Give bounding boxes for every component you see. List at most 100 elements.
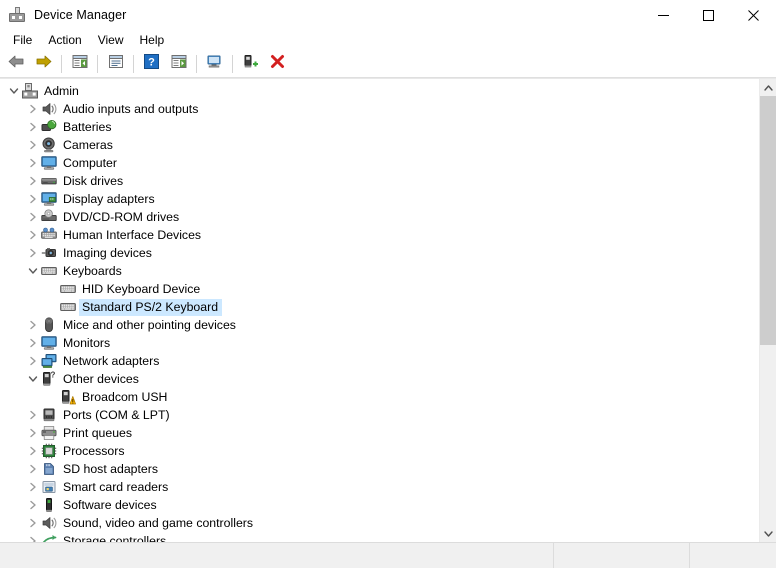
minimize-button[interactable]	[641, 0, 686, 30]
chevron-right-icon[interactable]	[25, 407, 41, 423]
svg-text:?: ?	[148, 57, 155, 69]
chevron-right-icon[interactable]	[25, 533, 41, 542]
tree-item-admin[interactable]: Admin	[0, 82, 759, 100]
tree-item-label: Audio inputs and outputs	[60, 101, 202, 118]
chevron-right-icon[interactable]	[25, 317, 41, 333]
chevron-right-icon[interactable]	[25, 191, 41, 207]
scrollbar-track[interactable]	[760, 96, 776, 525]
keyboard-icon	[41, 263, 57, 279]
menu-file[interactable]: File	[5, 31, 40, 50]
menu-action[interactable]: Action	[40, 31, 89, 50]
menu-help[interactable]: Help	[132, 31, 173, 50]
maximize-button[interactable]	[686, 0, 731, 30]
sd-card-icon	[41, 461, 57, 477]
chevron-right-icon[interactable]	[25, 353, 41, 369]
back-button[interactable]	[4, 53, 29, 76]
smart-card-reader-icon	[41, 479, 57, 495]
properties-button[interactable]	[103, 53, 128, 76]
computer-root-icon	[22, 83, 38, 99]
chevron-right-icon[interactable]	[25, 209, 41, 225]
tree-item-label: Standard PS/2 Keyboard	[79, 299, 222, 316]
tree-item-human-interface-devices[interactable]: Human Interface Devices	[0, 226, 759, 244]
show-hide-console-tree-button[interactable]	[67, 53, 92, 76]
chevron-right-icon[interactable]	[25, 515, 41, 531]
uninstall-device-button[interactable]	[265, 53, 290, 76]
tree-item-broadcom-ush[interactable]: Broadcom USH	[0, 388, 759, 406]
chevron-right-icon[interactable]	[25, 137, 41, 153]
tree-item-imaging-devices[interactable]: Imaging devices	[0, 244, 759, 262]
tree-item-computer[interactable]: Computer	[0, 154, 759, 172]
tree-item-hid-keyboard-device[interactable]: HID Keyboard Device	[0, 280, 759, 298]
tree-item-label: Cameras	[60, 137, 117, 154]
forward-button[interactable]	[31, 53, 56, 76]
tree-item-software-devices[interactable]: Software devices	[0, 496, 759, 514]
keyboard-icon	[60, 281, 76, 297]
monitor-icon	[41, 155, 57, 171]
tree-item-ports-com-lpt[interactable]: Ports (COM & LPT)	[0, 406, 759, 424]
toolbar-separator-5	[232, 55, 233, 73]
tree-item-print-queues[interactable]: Print queues	[0, 424, 759, 442]
menu-view[interactable]: View	[90, 31, 132, 50]
expander-spacer	[44, 299, 60, 315]
tree-item-processors[interactable]: Processors	[0, 442, 759, 460]
tree-item-cameras[interactable]: Cameras	[0, 136, 759, 154]
close-button[interactable]	[731, 0, 776, 30]
tree-item-audio-inputs-and-outputs[interactable]: Audio inputs and outputs	[0, 100, 759, 118]
chevron-right-icon[interactable]	[25, 119, 41, 135]
chevron-right-icon[interactable]	[25, 461, 41, 477]
chevron-right-icon[interactable]	[25, 155, 41, 171]
tree-item-sd-host-adapters[interactable]: SD host adapters	[0, 460, 759, 478]
chevron-right-icon[interactable]	[25, 443, 41, 459]
tree-item-batteries[interactable]: Batteries	[0, 118, 759, 136]
tree-item-disk-drives[interactable]: Disk drives	[0, 172, 759, 190]
scan-for-hardware-changes-button[interactable]	[238, 53, 263, 76]
chevron-right-icon[interactable]	[25, 335, 41, 351]
speaker-icon	[41, 101, 57, 117]
printer-icon	[41, 425, 57, 441]
vertical-scrollbar[interactable]	[759, 79, 776, 542]
update-driver-icon	[206, 54, 223, 74]
chevron-down-icon[interactable]	[25, 263, 41, 279]
chevron-right-icon[interactable]	[25, 173, 41, 189]
tree-item-sound-video-and-game-controllers[interactable]: Sound, video and game controllers	[0, 514, 759, 532]
tree-item-label: Processors	[60, 443, 129, 460]
chevron-right-icon[interactable]	[25, 227, 41, 243]
tree-item-smart-card-readers[interactable]: Smart card readers	[0, 478, 759, 496]
tree-item-label: Mice and other pointing devices	[60, 317, 240, 334]
tree-item-mice-and-other-pointing-devices[interactable]: Mice and other pointing devices	[0, 316, 759, 334]
scroll-up-button[interactable]	[760, 79, 776, 96]
tree-item-label: Disk drives	[60, 173, 127, 190]
tree-item-label: Software devices	[60, 497, 161, 514]
scroll-down-button[interactable]	[760, 525, 776, 542]
show-hide-action-pane-button[interactable]	[166, 53, 191, 76]
tree-item-storage-controllers[interactable]: Storage controllers	[0, 532, 759, 542]
processor-icon	[41, 443, 57, 459]
tree-item-label: Print queues	[60, 425, 136, 442]
tree-item-other-devices[interactable]: ?Other devices	[0, 370, 759, 388]
chevron-down-icon[interactable]	[25, 371, 41, 387]
help-button[interactable]: ?	[139, 53, 164, 76]
tree-item-network-adapters[interactable]: Network adapters	[0, 352, 759, 370]
chevron-right-icon[interactable]	[25, 479, 41, 495]
chevron-right-icon[interactable]	[25, 101, 41, 117]
tree-item-display-adapters[interactable]: Display adapters	[0, 190, 759, 208]
tree-item-dvd-cd-rom-drives[interactable]: DVD/CD-ROM drives	[0, 208, 759, 226]
scrollbar-thumb[interactable]	[760, 96, 776, 345]
mouse-icon	[41, 317, 57, 333]
tree-item-monitors[interactable]: Monitors	[0, 334, 759, 352]
tree-item-label: HID Keyboard Device	[79, 281, 204, 298]
tree-item-label: Batteries	[60, 119, 116, 136]
tree-item-label: Imaging devices	[60, 245, 156, 262]
chevron-down-icon[interactable]	[6, 83, 22, 99]
tree-item-standard-ps2-keyboard[interactable]: Standard PS/2 Keyboard	[0, 298, 759, 316]
chevron-right-icon[interactable]	[25, 425, 41, 441]
console-tree-icon	[72, 54, 88, 74]
chevron-right-icon[interactable]	[25, 245, 41, 261]
tree-item-label: Display adapters	[60, 191, 159, 208]
tree-item-label: Other devices	[60, 371, 143, 388]
status-panel-tertiary	[690, 543, 776, 568]
chevron-right-icon[interactable]	[25, 497, 41, 513]
tree-item-keyboards[interactable]: Keyboards	[0, 262, 759, 280]
device-tree[interactable]: AdminAudio inputs and outputsBatteriesCa…	[0, 79, 759, 542]
update-driver-button[interactable]	[202, 53, 227, 76]
